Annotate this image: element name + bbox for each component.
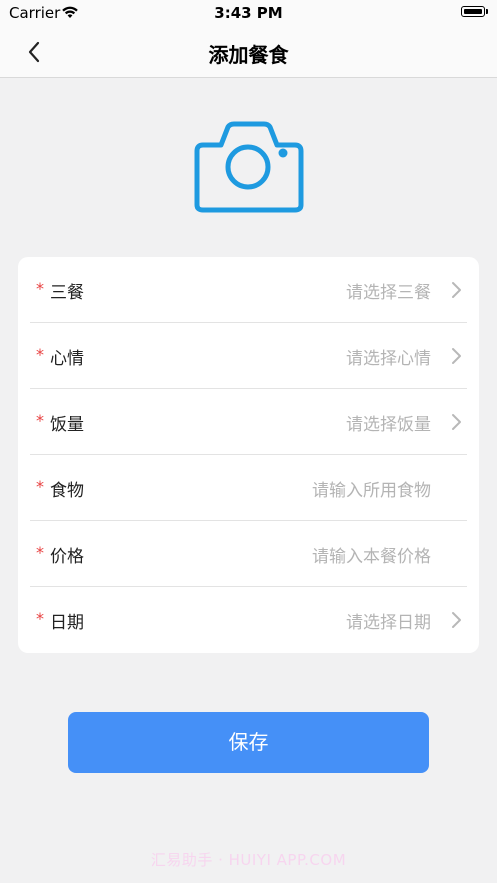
photo-picker[interactable] <box>193 121 305 213</box>
form-row-food[interactable]: * 食物 请输入所用食物 <box>18 455 479 521</box>
form-row-date[interactable]: * 日期 请选择日期 <box>18 587 479 653</box>
price-input[interactable]: 请输入本餐价格 <box>312 542 431 567</box>
nav-bar: 添加餐食 <box>0 26 497 78</box>
meal-select-placeholder[interactable]: 请选择三餐 <box>346 278 431 303</box>
form-row-price[interactable]: * 价格 请输入本餐价格 <box>18 521 479 587</box>
battery-icon <box>461 6 485 17</box>
required-mark: * <box>36 477 44 496</box>
chevron-right-icon <box>452 282 461 298</box>
row-label: 食物 <box>50 481 84 501</box>
chevron-right-icon <box>452 348 461 364</box>
camera-icon <box>194 121 304 213</box>
portion-select-placeholder[interactable]: 请选择饭量 <box>346 410 431 435</box>
save-button[interactable]: 保存 <box>68 712 429 773</box>
required-mark: * <box>36 279 44 298</box>
required-mark: * <box>36 411 44 430</box>
watermark: 汇易助手 · HUIYI APP.COM <box>150 851 347 869</box>
row-label: 饭量 <box>50 415 84 435</box>
battery-tip <box>486 9 488 14</box>
row-label: 心情 <box>50 349 84 369</box>
required-mark: * <box>36 609 44 628</box>
chevron-right-icon <box>452 414 461 430</box>
required-mark: * <box>36 345 44 364</box>
food-input[interactable]: 请输入所用食物 <box>312 476 431 501</box>
meal-form: * 三餐 请选择三餐 * 心情 请选择心情 * 饭量 请选择饭量 * 食物 请输… <box>18 257 479 653</box>
form-row-mood[interactable]: * 心情 请选择心情 <box>18 323 479 389</box>
row-label: 三餐 <box>50 283 84 303</box>
row-label: 日期 <box>50 613 84 633</box>
form-row-meal[interactable]: * 三餐 请选择三餐 <box>18 257 479 323</box>
required-mark: * <box>36 543 44 562</box>
form-row-portion[interactable]: * 饭量 请选择饭量 <box>18 389 479 455</box>
page-title: 添加餐食 <box>208 43 289 67</box>
row-label: 价格 <box>50 547 84 567</box>
date-select-placeholder[interactable]: 请选择日期 <box>346 608 431 633</box>
status-bar: Carrier 3:43 PM <box>0 0 497 26</box>
status-time: 3:43 PM <box>214 4 283 22</box>
mood-select-placeholder[interactable]: 请选择心情 <box>346 344 431 369</box>
chevron-right-icon <box>452 612 461 628</box>
